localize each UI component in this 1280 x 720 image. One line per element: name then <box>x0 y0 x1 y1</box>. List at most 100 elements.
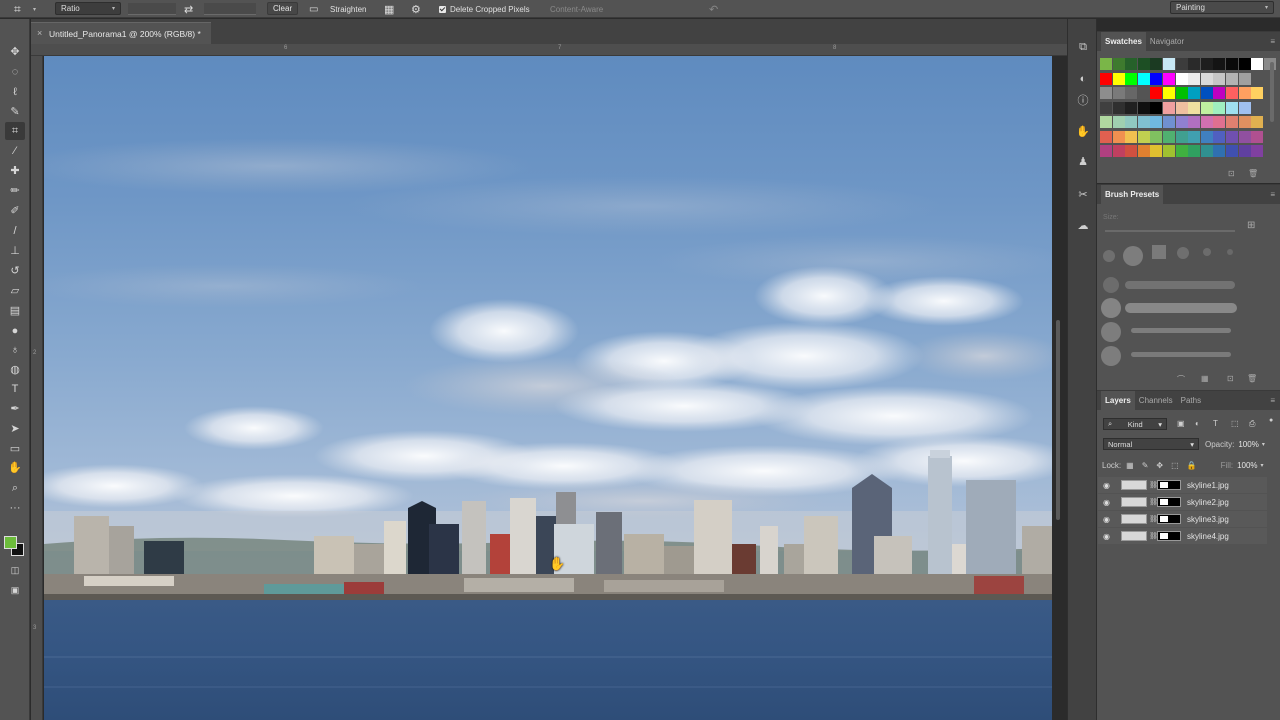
color-swatch[interactable] <box>1100 87 1112 99</box>
color-swatch[interactable] <box>1238 101 1251 114</box>
quick-mask-icon[interactable]: ◫ <box>5 561 25 579</box>
layer-mask-thumbnail[interactable] <box>1157 514 1181 524</box>
history-brush-tool-icon[interactable]: ↺ <box>5 262 25 280</box>
color-swatch[interactable] <box>1163 58 1175 70</box>
move-tool-icon[interactable]: ✥ <box>5 43 25 61</box>
size-slider[interactable] <box>1105 230 1235 232</box>
trash-icon[interactable]: 🗑 <box>1247 374 1257 383</box>
brush-grid-icon[interactable]: ▦ <box>1201 374 1209 383</box>
lasso-tool-icon[interactable]: ℓ <box>5 83 25 101</box>
color-swatch[interactable] <box>1137 87 1150 99</box>
color-swatch[interactable] <box>1175 145 1188 157</box>
brush-preset-thumbnail[interactable] <box>1227 249 1233 255</box>
shape-filter-icon[interactable]: ⬚ <box>1231 419 1239 428</box>
color-swatch[interactable] <box>1100 130 1112 143</box>
brush-preset-stroke[interactable] <box>1131 352 1231 357</box>
delete-cropped-checkbox[interactable]: Delete Cropped Pixels <box>439 0 530 18</box>
tab-navigator[interactable]: Navigator <box>1146 32 1188 51</box>
filter-toggle-icon[interactable]: ● <box>1269 417 1273 424</box>
color-swatch[interactable] <box>1125 101 1138 114</box>
layer-row[interactable]: ◉ ⛓ skyline4.jpg <box>1098 528 1267 544</box>
color-swatch[interactable] <box>1150 130 1163 143</box>
color-swatch[interactable] <box>1112 130 1125 143</box>
brush-preset-thumbnail[interactable] <box>1103 277 1119 293</box>
clone-source-icon[interactable]: ♟ <box>1075 153 1091 169</box>
color-swatch[interactable] <box>1150 116 1163 128</box>
color-swatch[interactable] <box>1200 130 1213 143</box>
brush-preset-thumbnail[interactable] <box>1101 322 1121 342</box>
gear-icon[interactable]: ⚙ <box>411 0 421 18</box>
color-swatch[interactable] <box>1251 130 1264 143</box>
libraries-icon[interactable]: ☁ <box>1075 217 1091 233</box>
color-swatch[interactable] <box>1226 145 1238 157</box>
brush-preset-thumbnail[interactable] <box>1103 250 1115 262</box>
color-swatch[interactable] <box>1200 116 1213 128</box>
color-swatch[interactable] <box>1213 101 1226 114</box>
color-swatch[interactable] <box>1112 101 1125 114</box>
content-aware-label[interactable]: Content-Aware <box>550 0 603 18</box>
chevron-down-icon[interactable]: ▾ <box>1262 441 1265 448</box>
panel-menu-icon[interactable]: ≡ <box>1270 396 1275 405</box>
color-swatch[interactable] <box>1125 58 1138 70</box>
visibility-eye-icon[interactable]: ◉ <box>1103 532 1113 541</box>
brush-preset-thumbnail[interactable] <box>1101 298 1121 318</box>
color-swatch[interactable] <box>1238 116 1251 128</box>
color-swatch[interactable] <box>1175 72 1188 85</box>
adjustment-filter-icon[interactable]: ◐ <box>1195 419 1200 428</box>
color-swatch[interactable] <box>1175 101 1188 114</box>
type-tool-icon[interactable]: T <box>5 380 25 398</box>
visibility-eye-icon[interactable]: ◉ <box>1103 481 1113 490</box>
canvas-panorama-image[interactable]: ✋ <box>44 56 1052 720</box>
color-swatch[interactable] <box>1251 87 1264 99</box>
color-swatch[interactable] <box>1112 116 1125 128</box>
tab-swatches[interactable]: Swatches <box>1101 32 1146 51</box>
pixel-filter-icon[interactable]: ▣ <box>1177 419 1185 428</box>
color-swatch[interactable] <box>1150 58 1163 70</box>
layer-mask-thumbnail[interactable] <box>1157 497 1181 507</box>
color-swatch[interactable] <box>1188 58 1201 70</box>
type-filter-icon[interactable]: T <box>1213 419 1218 428</box>
color-swatch[interactable] <box>1200 58 1213 70</box>
color-swatch[interactable] <box>1238 58 1251 70</box>
mixer-brush-tool-icon[interactable]: ✐ <box>5 202 25 220</box>
grid-overlay-icon[interactable]: ▦ <box>384 0 394 18</box>
lock-position-icon[interactable]: ✥ <box>1156 461 1163 470</box>
workspace-select[interactable]: Painting ▾ <box>1170 1 1274 14</box>
color-swatch[interactable] <box>1163 130 1175 143</box>
color-swatch[interactable] <box>1112 145 1125 157</box>
color-swatch[interactable] <box>1163 145 1175 157</box>
create-preset-icon[interactable]: ⊞ <box>1247 220 1255 231</box>
color-swatch[interactable] <box>1251 145 1264 157</box>
foreground-color-swatch[interactable] <box>4 536 17 549</box>
close-icon[interactable]: × <box>37 28 42 38</box>
color-swatch[interactable] <box>1163 116 1175 128</box>
clone-stamp-tool-icon[interactable]: ⊥ <box>5 242 25 260</box>
quick-selection-tool-icon[interactable]: ✎ <box>5 103 25 121</box>
opacity-value[interactable]: 100% <box>1238 440 1258 449</box>
color-swatch[interactable] <box>1137 72 1150 85</box>
layer-mask-thumbnail[interactable] <box>1157 480 1181 490</box>
clear-button[interactable]: Clear <box>267 2 299 15</box>
straighten-label[interactable]: Straighten <box>330 0 366 18</box>
layer-row[interactable]: ◉ ⛓ skyline2.jpg <box>1098 494 1267 510</box>
kind-filter-select[interactable]: ⌕ Kind ▾ <box>1103 418 1167 430</box>
panel-menu-icon[interactable]: ≡ <box>1270 190 1275 199</box>
brush-tool-icon[interactable]: ✏ <box>5 182 25 200</box>
color-swatch[interactable] <box>1213 87 1226 99</box>
color-swatch[interactable] <box>1100 116 1112 128</box>
eyedropper-tool-icon[interactable]: ⁄ <box>5 142 25 160</box>
gradient-tool-icon[interactable]: ▤ <box>5 302 25 320</box>
color-swatch[interactable] <box>1163 101 1175 114</box>
blend-mode-select[interactable]: Normal ▾ <box>1103 438 1199 450</box>
lock-transparent-icon[interactable]: ▦ <box>1126 461 1134 470</box>
color-swatch[interactable] <box>1200 72 1213 85</box>
ratio-select[interactable]: Ratio ▾ <box>55 2 121 15</box>
color-swatch[interactable] <box>1125 72 1138 85</box>
color-swatch[interactable] <box>1213 130 1226 143</box>
color-swatch[interactable] <box>1226 116 1238 128</box>
color-swatch[interactable] <box>1238 145 1251 157</box>
brush-preset-thumbnail[interactable] <box>1101 346 1121 366</box>
color-swatch[interactable] <box>1163 72 1175 85</box>
layer-mask-thumbnail[interactable] <box>1157 531 1181 541</box>
color-swatch[interactable] <box>1226 101 1238 114</box>
